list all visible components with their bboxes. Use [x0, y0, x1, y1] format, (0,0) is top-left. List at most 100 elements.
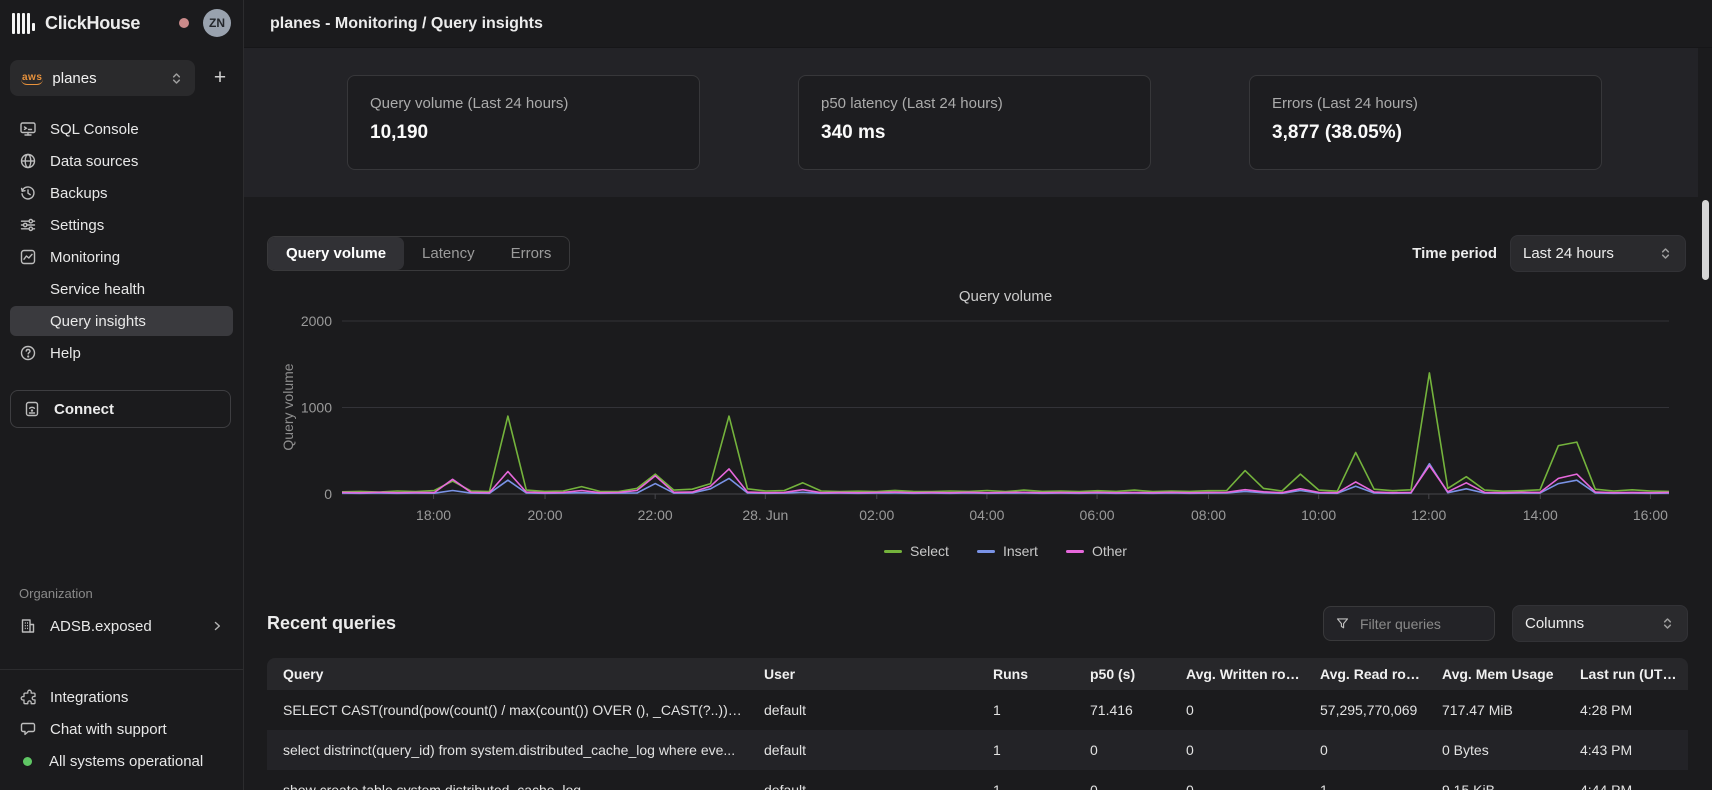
table-cell: SELECT CAST(round(pow(count() / max(coun… [267, 702, 754, 718]
sidebar-item-service-health[interactable]: Service health [10, 274, 233, 304]
columns-select-value: Columns [1525, 615, 1584, 632]
sidebar-item-label: Data sources [50, 153, 138, 170]
stat-label: Query volume (Last 24 hours) [370, 95, 677, 112]
stat-card-p50-latency: p50 latency (Last 24 hours) 340 ms [798, 75, 1151, 170]
service-row: aws planes + [10, 60, 233, 96]
table-cell: 4:28 PM [1570, 702, 1688, 718]
recent-queries-header: Recent queries Columns [267, 605, 1688, 642]
chevron-right-icon [210, 619, 224, 633]
settings-sliders-icon [19, 216, 37, 234]
organization-name: ADSB.exposed [50, 618, 152, 635]
table-cell: 1 [983, 782, 1080, 790]
tab-errors[interactable]: Errors [493, 237, 570, 270]
integrations-puzzle-icon [19, 688, 37, 706]
column-header[interactable]: p50 (s) [1080, 666, 1176, 682]
table-row[interactable]: SELECT CAST(round(pow(count() / max(coun… [267, 690, 1688, 730]
stats-band: Query volume (Last 24 hours) 10,190 p50 … [244, 48, 1698, 197]
sidebar-item-settings[interactable]: Settings [10, 210, 233, 240]
time-period-control: Time period Last 24 hours [1412, 235, 1686, 272]
connect-icon [23, 400, 41, 418]
sidebar-item-query-insights[interactable]: Query insights [10, 306, 233, 336]
sort-asc-icon: ^ [1682, 668, 1688, 682]
column-header[interactable]: Runs [983, 666, 1080, 682]
table-row[interactable]: show create table system.distributed_cac… [267, 770, 1688, 790]
time-period-label: Time period [1412, 245, 1497, 262]
filter-queries-box[interactable] [1323, 606, 1495, 641]
funnel-icon [1335, 616, 1350, 631]
sidebar-item-data-sources[interactable]: Data sources [10, 146, 233, 176]
columns-select[interactable]: Columns [1512, 605, 1688, 642]
sidebar: ClickHouse ZN aws planes + SQL Console D… [0, 0, 244, 790]
table-cell: select distrinct(query_id) from system.d… [267, 742, 754, 758]
x-axis-tick-label: 16:00 [1633, 507, 1668, 523]
legend-swatch [1066, 550, 1084, 553]
metric-tab-group: Query volume Latency Errors [267, 236, 570, 271]
table-body: SELECT CAST(round(pow(count() / max(coun… [267, 690, 1688, 790]
legend-item-select[interactable]: Select [884, 543, 949, 559]
table-cell: show create table system.distributed_cac… [267, 782, 754, 790]
legend-swatch [977, 550, 995, 553]
help-icon [19, 344, 37, 362]
table-cell: 0 [1176, 782, 1310, 790]
column-header[interactable]: Query [267, 666, 754, 682]
legend-item-other[interactable]: Other [1066, 543, 1127, 559]
filter-queries-input[interactable] [1358, 615, 1468, 633]
table-cell: 1 [983, 702, 1080, 718]
data-sources-icon [19, 152, 37, 170]
scrollbar-thumb[interactable] [1702, 200, 1709, 280]
table-row[interactable]: select distrinct(query_id) from system.d… [267, 730, 1688, 770]
table-cell: 0 [1176, 702, 1310, 718]
table-cell: 0 [1176, 742, 1310, 758]
system-status-item[interactable]: All systems operational [10, 746, 233, 776]
stat-label: Errors (Last 24 hours) [1272, 95, 1579, 112]
backups-icon [19, 184, 37, 202]
column-header[interactable]: Last run (UTC)^ [1570, 666, 1688, 682]
page-header: planes - Monitoring / Query insights [244, 0, 1712, 48]
x-axis-tick-label: 18:00 [416, 507, 451, 523]
column-header[interactable]: Avg. Mem Usage [1432, 666, 1570, 682]
stat-card-errors: Errors (Last 24 hours) 3,877 (38.05%) [1249, 75, 1602, 170]
chevron-updown-icon [169, 71, 184, 86]
sql-console-icon [19, 120, 37, 138]
sidebar-item-help[interactable]: Help [10, 338, 233, 368]
table-cell: 0 [1080, 782, 1176, 790]
recent-controls: Columns [1323, 605, 1688, 642]
table-cell: 1 [1310, 782, 1432, 790]
connect-button[interactable]: Connect [10, 390, 231, 428]
chart-ylabel: Query volume [280, 363, 296, 450]
service-selector[interactable]: aws planes [10, 60, 195, 96]
monitoring-icon [19, 248, 37, 266]
user-avatar[interactable]: ZN [203, 9, 231, 37]
time-period-select[interactable]: Last 24 hours [1510, 235, 1686, 272]
sidebar-item-backups[interactable]: Backups [10, 178, 233, 208]
organization-item[interactable]: ADSB.exposed [10, 611, 233, 641]
column-header[interactable]: Avg. Written rows [1176, 666, 1310, 682]
column-header[interactable]: User [754, 666, 983, 682]
table-cell: 717.47 MiB [1432, 702, 1570, 718]
sidebar-item-chat-support[interactable]: Chat with support [10, 714, 233, 744]
service-name: planes [52, 70, 96, 87]
column-header[interactable]: Avg. Read rows [1310, 666, 1432, 682]
notification-dot-icon[interactable] [179, 18, 189, 28]
add-service-button[interactable]: + [207, 65, 233, 91]
sidebar-item-label: Integrations [50, 689, 128, 706]
stat-value: 340 ms [821, 122, 1128, 144]
recent-queries-table: QueryUserRunsp50 (s)Avg. Written rowsAvg… [267, 658, 1688, 790]
chevron-updown-icon [1658, 246, 1673, 261]
sidebar-item-integrations[interactable]: Integrations [10, 682, 233, 712]
legend-item-insert[interactable]: Insert [977, 543, 1038, 559]
organization-section-label: Organization [10, 586, 233, 601]
chart-legend: Select Insert Other [342, 543, 1669, 559]
sidebar-item-label: Service health [50, 281, 145, 298]
tab-latency[interactable]: Latency [404, 237, 493, 270]
table-cell: default [754, 742, 983, 758]
clickhouse-logo-icon [12, 12, 35, 34]
main-content: planes - Monitoring / Query insights Que… [244, 0, 1712, 790]
x-axis-tick-label: 28. Jun [742, 507, 788, 523]
sidebar-item-monitoring[interactable]: Monitoring [10, 242, 233, 272]
sidebar-item-sql-console[interactable]: SQL Console [10, 114, 233, 144]
chart-controls-row: Query volume Latency Errors Time period … [267, 235, 1686, 272]
query-volume-chart: 01000200018:0020:0022:0028. Jun02:0004:0… [284, 309, 1696, 541]
table-cell: 0 [1310, 742, 1432, 758]
tab-query-volume[interactable]: Query volume [268, 237, 404, 270]
